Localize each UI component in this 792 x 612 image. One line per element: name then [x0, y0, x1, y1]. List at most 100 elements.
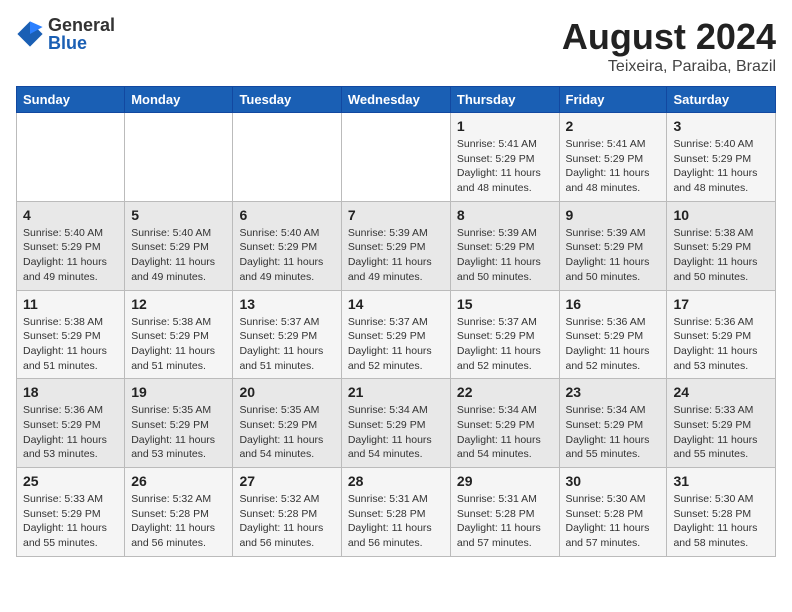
- day-info: Sunrise: 5:38 AMSunset: 5:29 PMDaylight:…: [23, 315, 118, 374]
- day-number: 6: [239, 207, 334, 223]
- calendar-cell: 14Sunrise: 5:37 AMSunset: 5:29 PMDayligh…: [341, 290, 450, 379]
- day-info: Sunrise: 5:31 AMSunset: 5:28 PMDaylight:…: [348, 492, 444, 551]
- calendar-cell: 18 Sunrise: 5:36 AMSunset: 5:29 PMDayligh…: [17, 379, 125, 468]
- day-number: 1: [457, 118, 553, 134]
- calendar-cell: 22 Sunrise: 5:34 AMSunset: 5:29 PMDayligh…: [450, 379, 559, 468]
- day-number: 21: [348, 384, 444, 400]
- logo-text: General Blue: [48, 16, 115, 52]
- day-number: 25: [23, 473, 118, 489]
- location-subtitle: Teixeira, Paraiba, Brazil: [562, 58, 776, 76]
- day-number: 13: [239, 296, 334, 312]
- day-number: 12: [131, 296, 226, 312]
- day-info: Sunrise: 5:39 AMSunset: 5:29 PMDaylight:…: [566, 226, 661, 285]
- calendar-cell: [125, 113, 233, 202]
- weekday-header-row: SundayMondayTuesdayWednesdayThursdayFrid…: [17, 87, 776, 113]
- day-info: Sunrise: 5:32 AMSunset: 5:28 PMDaylight:…: [131, 492, 226, 551]
- day-info: Sunrise: 5:36 AMSunset: 5:29 PMDaylight:…: [673, 315, 769, 374]
- day-number: 20: [239, 384, 334, 400]
- calendar-cell: 27 Sunrise: 5:32 AMSunset: 5:28 PMDayligh…: [233, 468, 341, 557]
- day-info: Sunrise: 5:34 AMSunset: 5:29 PMDaylight:…: [457, 403, 553, 462]
- calendar-cell: 26Sunrise: 5:32 AMSunset: 5:28 PMDayligh…: [125, 468, 233, 557]
- day-info: Sunrise: 5:31 AMSunset: 5:28 PMDaylight:…: [457, 492, 553, 551]
- day-info: Sunrise: 5:40 AMSunset: 5:29 PMDaylight:…: [131, 226, 226, 285]
- day-info: Sunrise: 5:30 AMSunset: 5:28 PMDaylight:…: [673, 492, 769, 551]
- calendar-cell: 4Sunrise: 5:40 AMSunset: 5:29 PMDaylight…: [17, 201, 125, 290]
- day-number: 18: [23, 384, 118, 400]
- day-info: Sunrise: 5:39 AMSunset: 5:29 PMDaylight:…: [457, 226, 553, 285]
- calendar-cell: 19 Sunrise: 5:35 AMSunset: 5:29 PMDayligh…: [125, 379, 233, 468]
- day-info: Sunrise: 5:38 AMSunset: 5:29 PMDaylight:…: [131, 315, 226, 374]
- weekday-header-saturday: Saturday: [667, 87, 776, 113]
- calendar-week-row: 4Sunrise: 5:40 AMSunset: 5:29 PMDaylight…: [17, 201, 776, 290]
- day-info: Sunrise: 5:40 AMSunset: 5:29 PMDaylight:…: [23, 226, 118, 285]
- weekday-header-thursday: Thursday: [450, 87, 559, 113]
- day-info: Sunrise: 5:35 AMSunset: 5:29 PMDaylight:…: [131, 403, 226, 462]
- day-info: Sunrise: 5:41 AMSunset: 5:29 PMDaylight:…: [457, 137, 553, 196]
- weekday-header-sunday: Sunday: [17, 87, 125, 113]
- day-number: 5: [131, 207, 226, 223]
- day-info: Sunrise: 5:37 AMSunset: 5:29 PMDaylight:…: [239, 315, 334, 374]
- day-info: Sunrise: 5:36 AMSunset: 5:29 PMDaylight:…: [23, 403, 118, 462]
- calendar-week-row: 11 Sunrise: 5:38 AMSunset: 5:29 PMDayligh…: [17, 290, 776, 379]
- day-number: 22: [457, 384, 553, 400]
- day-info: Sunrise: 5:34 AMSunset: 5:29 PMDaylight:…: [566, 403, 661, 462]
- day-number: 10: [673, 207, 769, 223]
- day-number: 15: [457, 296, 553, 312]
- weekday-header-monday: Monday: [125, 87, 233, 113]
- day-number: 30: [566, 473, 661, 489]
- calendar-cell: 23 Sunrise: 5:34 AMSunset: 5:29 PMDayligh…: [559, 379, 667, 468]
- calendar-cell: 7Sunrise: 5:39 AMSunset: 5:29 PMDaylight…: [341, 201, 450, 290]
- day-info: Sunrise: 5:40 AMSunset: 5:29 PMDaylight:…: [239, 226, 334, 285]
- calendar-cell: 5 Sunrise: 5:40 AMSunset: 5:29 PMDaylight…: [125, 201, 233, 290]
- calendar-cell: [233, 113, 341, 202]
- day-number: 11: [23, 296, 118, 312]
- logo: General Blue: [16, 16, 115, 52]
- calendar-cell: 28Sunrise: 5:31 AMSunset: 5:28 PMDayligh…: [341, 468, 450, 557]
- calendar-cell: 9 Sunrise: 5:39 AMSunset: 5:29 PMDaylight…: [559, 201, 667, 290]
- calendar-cell: 15Sunrise: 5:37 AMSunset: 5:29 PMDayligh…: [450, 290, 559, 379]
- calendar-cell: 11 Sunrise: 5:38 AMSunset: 5:29 PMDayligh…: [17, 290, 125, 379]
- calendar-cell: 12 Sunrise: 5:38 AMSunset: 5:29 PMDayligh…: [125, 290, 233, 379]
- day-info: Sunrise: 5:32 AMSunset: 5:28 PMDaylight:…: [239, 492, 334, 551]
- calendar-cell: 1 Sunrise: 5:41 AMSunset: 5:29 PMDaylight…: [450, 113, 559, 202]
- calendar-cell: 2 Sunrise: 5:41 AMSunset: 5:29 PMDaylight…: [559, 113, 667, 202]
- calendar-cell: 21 Sunrise: 5:34 AMSunset: 5:29 PMDayligh…: [341, 379, 450, 468]
- calendar-week-row: 18 Sunrise: 5:36 AMSunset: 5:29 PMDayligh…: [17, 379, 776, 468]
- calendar-week-row: 1 Sunrise: 5:41 AMSunset: 5:29 PMDaylight…: [17, 113, 776, 202]
- calendar-table: SundayMondayTuesdayWednesdayThursdayFrid…: [16, 86, 776, 557]
- day-number: 9: [566, 207, 661, 223]
- calendar-cell: 30Sunrise: 5:30 AMSunset: 5:28 PMDayligh…: [559, 468, 667, 557]
- logo-icon: [16, 20, 44, 48]
- day-info: Sunrise: 5:37 AMSunset: 5:29 PMDaylight:…: [348, 315, 444, 374]
- day-number: 7: [348, 207, 444, 223]
- day-info: Sunrise: 5:41 AMSunset: 5:29 PMDaylight:…: [566, 137, 661, 196]
- day-info: Sunrise: 5:36 AMSunset: 5:29 PMDaylight:…: [566, 315, 661, 374]
- day-number: 24: [673, 384, 769, 400]
- weekday-header-wednesday: Wednesday: [341, 87, 450, 113]
- logo-general: General: [48, 16, 115, 34]
- month-year-title: August 2024: [562, 16, 776, 58]
- calendar-cell: 16Sunrise: 5:36 AMSunset: 5:29 PMDayligh…: [559, 290, 667, 379]
- day-number: 17: [673, 296, 769, 312]
- day-info: Sunrise: 5:38 AMSunset: 5:29 PMDaylight:…: [673, 226, 769, 285]
- calendar-cell: 24Sunrise: 5:33 AMSunset: 5:29 PMDayligh…: [667, 379, 776, 468]
- day-info: Sunrise: 5:33 AMSunset: 5:29 PMDaylight:…: [23, 492, 118, 551]
- calendar-cell: 20 Sunrise: 5:35 AMSunset: 5:29 PMDayligh…: [233, 379, 341, 468]
- calendar-cell: 25 Sunrise: 5:33 AMSunset: 5:29 PMDayligh…: [17, 468, 125, 557]
- day-number: 19: [131, 384, 226, 400]
- calendar-cell: 29 Sunrise: 5:31 AMSunset: 5:28 PMDayligh…: [450, 468, 559, 557]
- calendar-cell: 3Sunrise: 5:40 AMSunset: 5:29 PMDaylight…: [667, 113, 776, 202]
- day-number: 27: [239, 473, 334, 489]
- logo-blue: Blue: [48, 34, 115, 52]
- calendar-cell: 6 Sunrise: 5:40 AMSunset: 5:29 PMDaylight…: [233, 201, 341, 290]
- calendar-cell: 17 Sunrise: 5:36 AMSunset: 5:29 PMDayligh…: [667, 290, 776, 379]
- day-info: Sunrise: 5:35 AMSunset: 5:29 PMDaylight:…: [239, 403, 334, 462]
- title-section: August 2024 Teixeira, Paraiba, Brazil: [562, 16, 776, 76]
- day-number: 23: [566, 384, 661, 400]
- day-number: 29: [457, 473, 553, 489]
- day-info: Sunrise: 5:34 AMSunset: 5:29 PMDaylight:…: [348, 403, 444, 462]
- calendar-cell: [341, 113, 450, 202]
- day-number: 2: [566, 118, 661, 134]
- calendar-cell: 8Sunrise: 5:39 AMSunset: 5:29 PMDaylight…: [450, 201, 559, 290]
- day-info: Sunrise: 5:40 AMSunset: 5:29 PMDaylight:…: [673, 137, 769, 196]
